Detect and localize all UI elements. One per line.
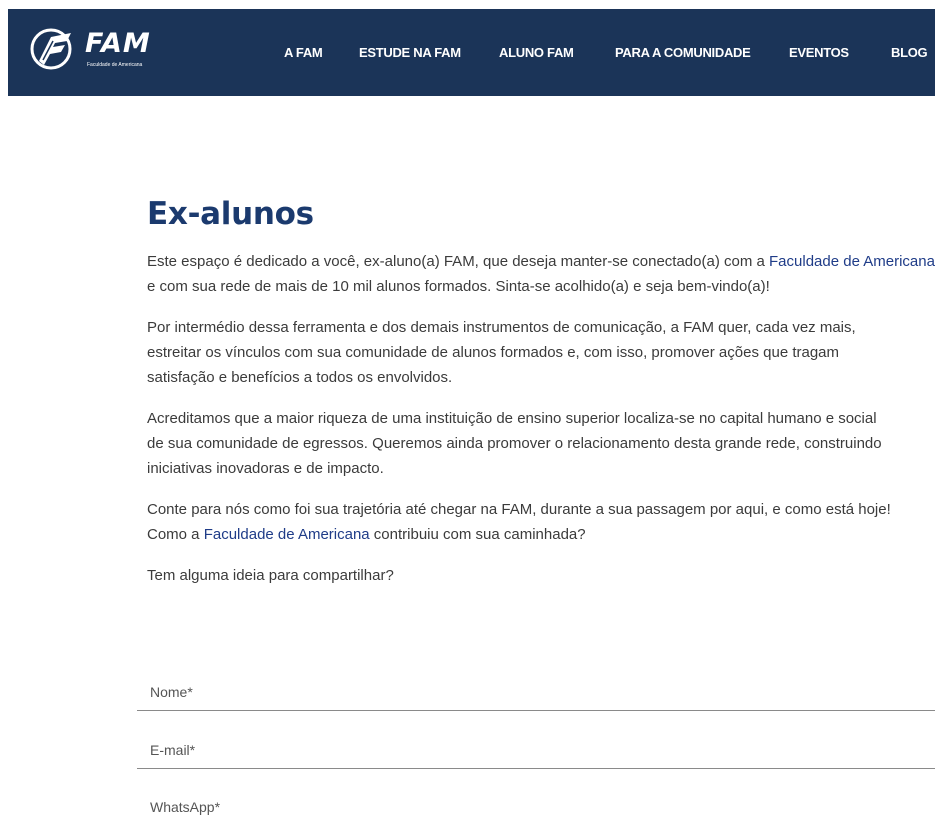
story-paragraph-line: Conte para nós como foi sua trajetória a… (147, 501, 891, 518)
whatsapp-input[interactable] (137, 795, 930, 819)
intro-text-1: Este espaço é dedicado a você, ex-aluno(… (147, 253, 770, 270)
name-input[interactable] (137, 680, 930, 704)
logo-subtitle: Faculdade de Americana (87, 62, 143, 68)
fam-logo-icon (30, 28, 72, 70)
email-input[interactable] (137, 738, 930, 762)
whatsapp-field (137, 795, 935, 825)
nav-item-blog[interactable]: BLOG (891, 45, 928, 61)
story-paragraph: Conte para nós como foi sua trajetória a… (147, 497, 935, 547)
faculdade-link[interactable]: Faculdade de Americana (769, 253, 935, 270)
main-content: Ex-alunos Este espaço é dedicado a você,… (147, 194, 935, 588)
page-title: Ex-alunos (147, 196, 314, 232)
story-paragraph-text: Como a (147, 526, 204, 543)
belief-paragraph-line: de sua comunidade de egressos. Queremos … (147, 435, 882, 452)
top-navbar: FAM Faculdade de Americana A FAM ESTUDE … (8, 9, 935, 96)
intro-paragraph: Este espaço é dedicado a você, ex-aluno(… (147, 249, 935, 299)
name-field (137, 680, 935, 711)
fam-logo[interactable]: FAM Faculdade de Americana (27, 23, 177, 83)
tool-paragraph: Por intermédio dessa ferramenta e dos de… (147, 315, 935, 390)
nav-item-aluno-fam[interactable]: ALUNO FAM (499, 45, 574, 61)
idea-prompt: Tem alguma ideia para compartilhar? (147, 567, 394, 584)
belief-paragraph-line: iniciativas inovadoras e de impacto. (147, 460, 384, 477)
nav-item-a-fam[interactable]: A FAM (284, 45, 323, 61)
story-paragraph-text: contribuiu com sua caminhada? (369, 526, 586, 543)
tool-paragraph-line: satisfação e benefícios a todos os envol… (147, 369, 453, 386)
logo-wordmark: FAM (85, 28, 151, 59)
nav-item-para-a-comunidade[interactable]: PARA A COMUNIDADE (615, 45, 751, 61)
tool-paragraph-line: estreitar os vínculos com sua comunidade… (147, 344, 840, 361)
intro-text-2: e com sua rede de mais de 10 mil alunos … (147, 278, 770, 295)
nav-item-estude-na-fam[interactable]: ESTUDE NA FAM (359, 45, 461, 61)
tool-paragraph-line: Por intermédio dessa ferramenta e dos de… (147, 319, 856, 336)
belief-paragraph-line: Acreditamos que a maior riqueza de uma i… (147, 410, 877, 427)
belief-paragraph: Acreditamos que a maior riqueza de uma i… (147, 406, 935, 481)
email-field (137, 738, 935, 769)
nav-item-eventos[interactable]: EVENTOS (789, 45, 849, 61)
faculdade-link[interactable]: Faculdade de Americana (204, 526, 370, 543)
